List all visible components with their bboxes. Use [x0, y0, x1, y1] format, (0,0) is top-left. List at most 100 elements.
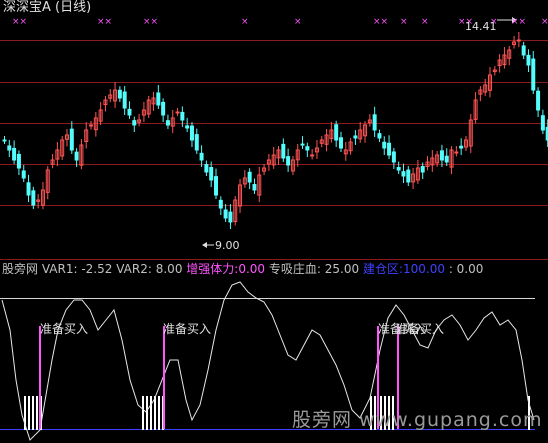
volume-bar: [32, 396, 34, 430]
candle-body: [401, 171, 406, 177]
candle-body: [74, 151, 79, 161]
f5-value: 100.00: [402, 262, 445, 276]
candle-body: [12, 147, 17, 161]
candle-body: [406, 169, 411, 183]
var2-value: 8.00: [155, 262, 183, 276]
volume-bar: [158, 396, 160, 430]
candle-body: [300, 143, 305, 146]
candle-body: [122, 91, 127, 109]
candle-body: [132, 120, 137, 126]
low-price-label: 9.00: [215, 239, 240, 252]
candle-body: [334, 124, 339, 141]
candle-body: [69, 128, 74, 151]
f5-label: 建仓区:: [362, 262, 403, 276]
volume-bar: [36, 396, 38, 430]
x-marker: ×: [400, 17, 408, 27]
x-marker: ×: [294, 17, 302, 27]
x-marker: ××: [511, 17, 527, 27]
candle-body: [180, 111, 185, 121]
candle-body: [444, 155, 449, 163]
candle-body: [127, 108, 132, 116]
var1-value: -2.52: [81, 262, 113, 276]
price-grid: [0, 40, 548, 206]
f4-label: 专吸庄血:: [268, 262, 321, 276]
candle-body: [7, 145, 12, 151]
indicator-header: 股旁网 VAR1: -2.52 VAR2: 8.00 增强体力:0.00 专吸庄…: [2, 262, 483, 276]
buy-signal-label: 准备买入: [40, 322, 89, 336]
buy-signal-label: 准备买入: [396, 322, 445, 336]
high-price-label: 14.41: [465, 20, 497, 33]
candle-body: [521, 45, 526, 56]
candle-body: [204, 164, 209, 173]
volume-bar: [142, 396, 144, 430]
var2-label: VAR2:: [116, 262, 152, 276]
candle-body: [228, 211, 233, 223]
candle-body: [459, 145, 464, 149]
candle-body: [305, 146, 310, 151]
candle-body: [89, 124, 94, 127]
volume-bar: [28, 396, 30, 430]
volume-bar: [150, 396, 152, 430]
x-marker: ×: [421, 17, 429, 27]
candle-body: [2, 139, 7, 142]
candle-body: [372, 114, 377, 131]
candle-body: [540, 115, 545, 131]
f3-label: 增强体力:: [186, 262, 239, 276]
low-arrowhead-icon: [202, 242, 207, 248]
var1-label: VAR1:: [41, 262, 78, 276]
x-marker: ××: [97, 17, 113, 27]
candle-body: [281, 143, 286, 159]
x-marker: ××: [143, 17, 159, 27]
candle-body: [526, 54, 531, 66]
f3-value: 0.00: [238, 262, 266, 276]
x-marker: ××: [12, 17, 28, 27]
candle-body: [387, 142, 392, 156]
candle-body: [194, 134, 199, 151]
candle-body: [338, 137, 343, 149]
candle-body: [382, 141, 387, 149]
candle-body: [185, 125, 190, 129]
candlestick-series: [2, 32, 548, 229]
f4-value: 25.00: [324, 262, 360, 276]
candle-body: [536, 90, 541, 111]
x-marker: ××: [373, 17, 389, 27]
candle-body: [218, 199, 223, 209]
f6-value: : 0.00: [448, 262, 484, 276]
candle-body: [175, 111, 180, 114]
watermark: 股旁网 www.gupang.com: [292, 409, 543, 431]
candle-body: [223, 209, 228, 219]
candle-body: [165, 120, 170, 126]
candle-body: [454, 151, 459, 154]
candle-body: [161, 101, 166, 116]
candle-body: [353, 135, 358, 139]
x-marker: ×: [241, 17, 249, 27]
candle-body: [214, 176, 219, 196]
chart-stage: [0, 17, 548, 441]
candle-body: [16, 153, 21, 169]
indicator-name[interactable]: 股旁网: [2, 262, 38, 276]
candle-body: [189, 125, 194, 141]
volume-bar: [146, 396, 148, 430]
candle-body: [117, 89, 122, 99]
candle-body: [21, 170, 26, 179]
chart-title[interactable]: 深深宝A (日线): [3, 1, 91, 15]
buy-signal-label: 准备买入: [163, 322, 212, 336]
x-marker: ×: [541, 17, 548, 27]
candle-body: [286, 156, 291, 166]
volume-bar: [154, 396, 156, 430]
candle-body: [199, 152, 204, 161]
candle-body: [252, 184, 257, 191]
candle-body: [31, 190, 36, 206]
candle-body: [391, 151, 396, 163]
candle-body: [420, 166, 425, 173]
candle-body: [377, 133, 382, 139]
candle-body: [26, 182, 31, 196]
candle-body: [310, 154, 315, 157]
candle-body: [247, 171, 252, 183]
candle-body: [209, 167, 214, 181]
candle-body: [439, 150, 444, 161]
candle-body: [396, 167, 401, 171]
candle-body: [156, 92, 161, 106]
candle-body: [516, 39, 521, 42]
candle-body: [531, 58, 536, 91]
